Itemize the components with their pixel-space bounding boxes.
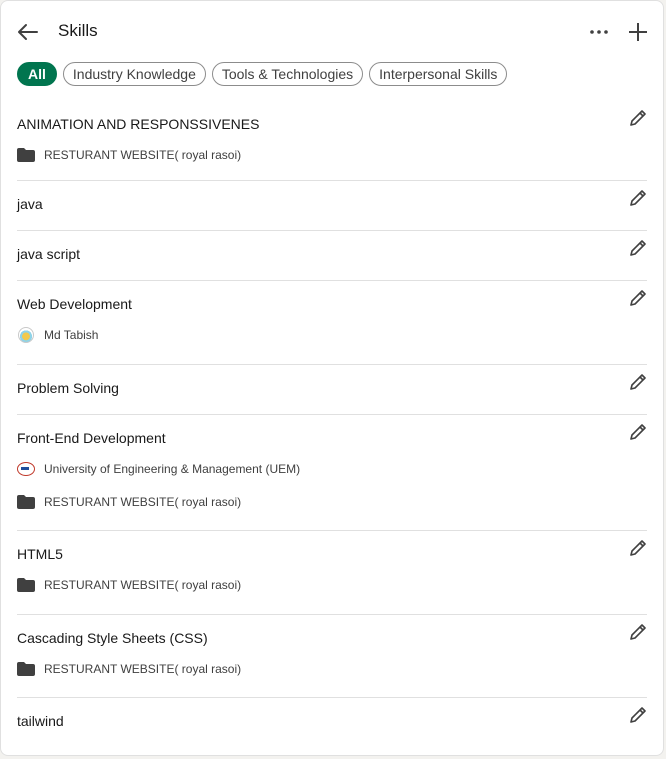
- skill-endorsement-text: RESTURANT WEBSITE( royal rasoi): [44, 662, 242, 676]
- edit-pencil-icon[interactable]: [627, 421, 649, 443]
- skill-row: java: [17, 181, 647, 231]
- edit-pencil-icon[interactable]: [627, 621, 649, 643]
- edit-pencil-icon[interactable]: [627, 107, 649, 129]
- skill-endorsement-item[interactable]: RESTURANT WEBSITE( royal rasoi): [17, 659, 241, 679]
- skill-row: Front-End Development University of Engin…: [17, 415, 647, 531]
- skills-list: ANIMATION AND RESPONSSIVENES RESTURANT WE…: [1, 101, 663, 748]
- back-arrow-icon[interactable]: [15, 19, 41, 45]
- folder-icon: [17, 661, 35, 677]
- skill-row: Cascading Style Sheets (CSS) RESTURANT WE…: [17, 615, 647, 698]
- filter-pills: All Industry Knowledge Tools & Technolog…: [17, 62, 508, 86]
- filter-interpersonal-skills[interactable]: Interpersonal Skills: [369, 62, 508, 86]
- skill-name: java script: [17, 246, 81, 262]
- page-title: Skills: [58, 21, 98, 40]
- header: Skills: [1, 1, 663, 61]
- skill-endorsement-item[interactable]: Md Tabish: [17, 325, 98, 345]
- skill-row: java script: [17, 231, 647, 281]
- skill-row: Problem Solving: [17, 365, 647, 415]
- skill-endorsement-item[interactable]: RESTURANT WEBSITE( royal rasoi): [17, 145, 241, 165]
- profile-logo-icon: [17, 327, 35, 343]
- skill-row: tailwind: [17, 698, 647, 748]
- filter-tools-technologies[interactable]: Tools & Technologies: [211, 62, 364, 86]
- uem-logo-icon: [17, 461, 35, 477]
- skill-row: Web Development Md Tabish: [17, 281, 647, 365]
- skill-name: Cascading Style Sheets (CSS): [17, 630, 208, 646]
- edit-pencil-icon[interactable]: [627, 704, 649, 726]
- skill-endorsement-item[interactable]: RESTURANT WEBSITE( royal rasoi): [17, 492, 241, 512]
- skill-name: tailwind: [17, 713, 64, 729]
- skill-name: Front-End Development: [17, 430, 166, 446]
- skill-endorsement-text: RESTURANT WEBSITE( royal rasoi): [44, 495, 242, 509]
- filter-industry-knowledge[interactable]: Industry Knowledge: [62, 62, 206, 86]
- skill-endorsement-item[interactable]: University of Engineering & Management (…: [17, 459, 300, 479]
- skill-name: java: [17, 196, 43, 212]
- skill-endorsement-text: RESTURANT WEBSITE( royal rasoi): [44, 578, 242, 592]
- add-skill-icon[interactable]: [625, 19, 651, 45]
- folder-icon: [17, 577, 35, 593]
- edit-pencil-icon[interactable]: [627, 237, 649, 259]
- skill-name: Problem Solving: [17, 380, 119, 396]
- skill-endorsement-text: University of Engineering & Management (…: [44, 462, 301, 476]
- skill-endorsement-text: Md Tabish: [44, 328, 99, 342]
- skill-name: ANIMATION AND RESPONSSIVENES: [17, 116, 260, 132]
- edit-pencil-icon[interactable]: [627, 537, 649, 559]
- skill-name: HTML5: [17, 546, 63, 562]
- skill-row: ANIMATION AND RESPONSSIVENES RESTURANT WE…: [17, 101, 647, 181]
- skill-endorsement-item[interactable]: RESTURANT WEBSITE( royal rasoi): [17, 575, 241, 595]
- edit-pencil-icon[interactable]: [627, 187, 649, 209]
- folder-icon: [17, 494, 35, 510]
- folder-icon: [17, 147, 35, 163]
- edit-pencil-icon[interactable]: [627, 371, 649, 393]
- skill-row: HTML5 RESTURANT WEBSITE( royal rasoi): [17, 531, 647, 615]
- more-options-icon[interactable]: [586, 19, 612, 45]
- edit-pencil-icon[interactable]: [627, 287, 649, 309]
- skill-endorsement-text: RESTURANT WEBSITE( royal rasoi): [44, 148, 242, 162]
- filter-all[interactable]: All: [17, 62, 57, 86]
- skills-card: Skills All Industry Knowledge Tools & Te…: [0, 0, 664, 756]
- skill-name: Web Development: [17, 296, 132, 312]
